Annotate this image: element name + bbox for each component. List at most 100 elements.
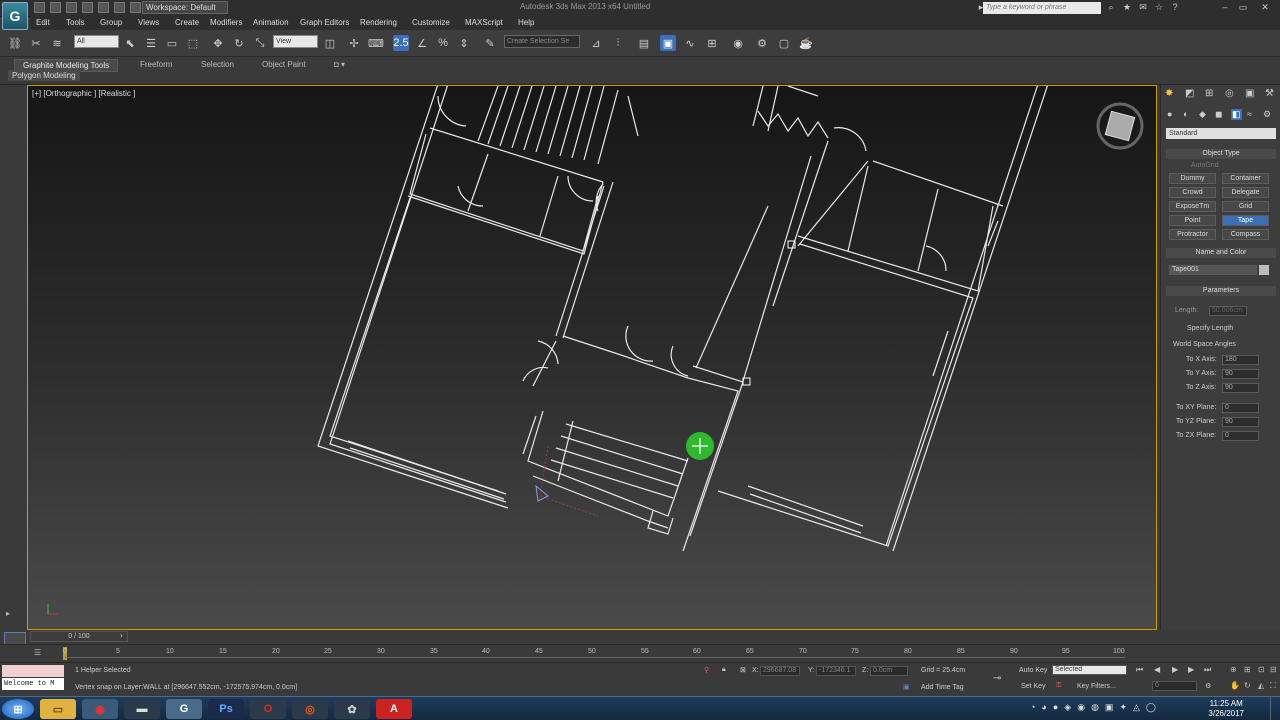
space-warps-icon[interactable]: ≈: [1247, 109, 1252, 119]
minimize-icon[interactable]: –: [1218, 1, 1232, 14]
zoom-icon[interactable]: ⊕: [1230, 665, 1237, 674]
lights-icon[interactable]: ◆: [1199, 109, 1206, 120]
new-file-icon[interactable]: [34, 2, 45, 13]
snaps-toggle-icon[interactable]: 2.5: [393, 35, 409, 51]
redo-icon[interactable]: [98, 2, 109, 13]
to-y-axis-input[interactable]: 90: [1222, 369, 1259, 379]
go-to-start-icon[interactable]: ⏮: [1136, 665, 1143, 675]
auto-key-button[interactable]: Auto Key: [1019, 667, 1047, 674]
desktop-icon[interactable]: ▬: [124, 699, 160, 719]
key-mode-icon[interactable]: ⊸: [993, 673, 1001, 684]
menu-help[interactable]: Help: [518, 18, 534, 27]
pivot-center-icon[interactable]: ◫: [322, 35, 338, 51]
zoom-all-icon[interactable]: ⊞: [1244, 665, 1251, 674]
pan-view-icon[interactable]: ✋: [1230, 681, 1240, 690]
schematic-view-icon[interactable]: ⊞: [704, 35, 720, 51]
object-color-swatch[interactable]: [1259, 265, 1269, 275]
file-explorer-icon[interactable]: ▭: [40, 699, 76, 719]
polygon-modeling-panel[interactable]: Polygon Modeling: [8, 70, 80, 81]
menu-rendering[interactable]: Rendering: [360, 18, 397, 27]
workspace-dropdown[interactable]: Workspace: Default: [142, 1, 228, 14]
maxscript-listener-pink[interactable]: [2, 665, 64, 677]
to-yz-plane-input[interactable]: 90: [1222, 417, 1259, 427]
media-app-icon[interactable]: ◎: [292, 699, 328, 719]
point-button[interactable]: Point: [1169, 215, 1216, 226]
menu-customize[interactable]: Customize: [412, 18, 450, 27]
container-button[interactable]: Container: [1222, 173, 1269, 184]
select-manipulate-icon[interactable]: ✢: [346, 35, 362, 51]
tab-object-paint[interactable]: Object Paint: [262, 59, 306, 70]
play-icon[interactable]: ▶: [1172, 665, 1178, 674]
crowd-button[interactable]: Crowd: [1169, 187, 1216, 198]
exposetm-button[interactable]: ExposeTm: [1169, 201, 1216, 212]
keyboard-shortcut-icon[interactable]: ⌨: [368, 35, 384, 51]
search-icon[interactable]: ⌕: [1104, 1, 1118, 14]
floor-plan-drawing[interactable]: [28, 86, 1157, 630]
selection-filter-dropdown[interactable]: All: [74, 35, 119, 48]
maximize-viewport-icon[interactable]: ⛶: [1270, 681, 1276, 691]
isolate-icon[interactable]: ⚲: [704, 666, 709, 674]
system-tray[interactable]: ◔◕●◈◉◍▣✦◬◯: [1030, 702, 1210, 716]
menu-views[interactable]: Views: [138, 18, 159, 27]
taskbar-clock[interactable]: 11:25 AM 3/26/2017: [1208, 699, 1244, 719]
helpers-icon[interactable]: ◧: [1231, 109, 1242, 120]
select-by-name-icon[interactable]: ☰: [143, 35, 159, 51]
menu-animation[interactable]: Animation: [253, 18, 289, 27]
unlink-icon[interactable]: ✂: [28, 35, 44, 51]
length-input[interactable]: 50.006cm: [1209, 306, 1247, 316]
create-tab-icon[interactable]: ✸: [1165, 88, 1173, 99]
next-frame-arrow-icon[interactable]: ›: [120, 631, 123, 640]
parameters-rollout[interactable]: Parameters: [1166, 286, 1276, 296]
protractor-button[interactable]: Protractor: [1169, 229, 1216, 240]
align-icon[interactable]: ⫶: [610, 35, 626, 51]
key-selection-dropdown[interactable]: Selected: [1052, 665, 1127, 675]
add-time-tag[interactable]: Add Time Tag: [921, 684, 964, 691]
tab-selection[interactable]: Selection: [201, 59, 234, 70]
3ds-max-taskbar-icon[interactable]: G: [166, 699, 202, 719]
to-xy-plane-input[interactable]: 0: [1222, 403, 1259, 413]
autocad-icon[interactable]: A: [376, 699, 412, 719]
menu-tools[interactable]: Tools: [66, 18, 85, 27]
maximize-icon[interactable]: ▭: [1236, 1, 1250, 14]
utilities-tab-icon[interactable]: ⚒: [1265, 88, 1274, 99]
menu-modifiers[interactable]: Modifiers: [210, 18, 242, 27]
object-name-input[interactable]: Tape001: [1169, 265, 1257, 275]
hierarchy-tab-icon[interactable]: ⊞: [1205, 88, 1213, 99]
scale-icon[interactable]: ⤡: [252, 35, 268, 51]
rectangular-selection-icon[interactable]: ▭: [164, 35, 180, 51]
curve-editor-icon[interactable]: ∿: [682, 35, 698, 51]
autogrid-checkbox[interactable]: AutoGrid: [1191, 162, 1219, 169]
edit-named-selection-icon[interactable]: ✎: [482, 35, 498, 51]
mirror-icon[interactable]: ⊿: [588, 35, 604, 51]
help-icon[interactable]: ?: [1168, 1, 1182, 14]
tape-button[interactable]: Tape: [1222, 215, 1269, 226]
favorites-icon[interactable]: ☆: [1152, 1, 1166, 14]
communication-icon[interactable]: ✉: [1136, 1, 1150, 14]
go-to-end-icon[interactable]: ⏭: [1204, 665, 1211, 675]
open-file-icon[interactable]: [50, 2, 61, 13]
rotate-icon[interactable]: ↻: [231, 35, 247, 51]
previous-frame-icon[interactable]: ◀: [1154, 665, 1160, 674]
layer-manager-icon[interactable]: ▤: [636, 35, 652, 51]
dummy-button[interactable]: Dummy: [1169, 173, 1216, 184]
material-editor-icon[interactable]: ◉: [730, 35, 746, 51]
y-coord-input[interactable]: -172346.1: [816, 666, 856, 676]
delegate-button[interactable]: Delegate: [1222, 187, 1269, 198]
time-config-icon[interactable]: ⚙: [1205, 682, 1211, 690]
set-key-button[interactable]: Set Key: [1021, 683, 1046, 690]
spinner-snap-icon[interactable]: ⇕: [456, 35, 472, 51]
window-crossing-icon[interactable]: ⬚: [185, 35, 201, 51]
grid-button[interactable]: Grid: [1222, 201, 1269, 212]
display-tab-icon[interactable]: ▣: [1245, 88, 1254, 99]
compass-button[interactable]: Compass: [1222, 229, 1269, 240]
time-tag-icon[interactable]: ▣: [903, 683, 910, 691]
to-zx-plane-input[interactable]: 0: [1222, 431, 1259, 441]
absolute-mode-icon[interactable]: ⊠: [740, 666, 746, 674]
search-input[interactable]: Type a keyword or phrase: [983, 2, 1101, 14]
geometry-icon[interactable]: ●: [1167, 109, 1172, 119]
show-desktop-button[interactable]: [1270, 697, 1280, 720]
motion-tab-icon[interactable]: ◎: [1225, 88, 1234, 99]
undo-icon[interactable]: [82, 2, 93, 13]
save-file-icon[interactable]: [66, 2, 77, 13]
ribbon-options-icon[interactable]: ◘ ▾: [334, 59, 345, 70]
